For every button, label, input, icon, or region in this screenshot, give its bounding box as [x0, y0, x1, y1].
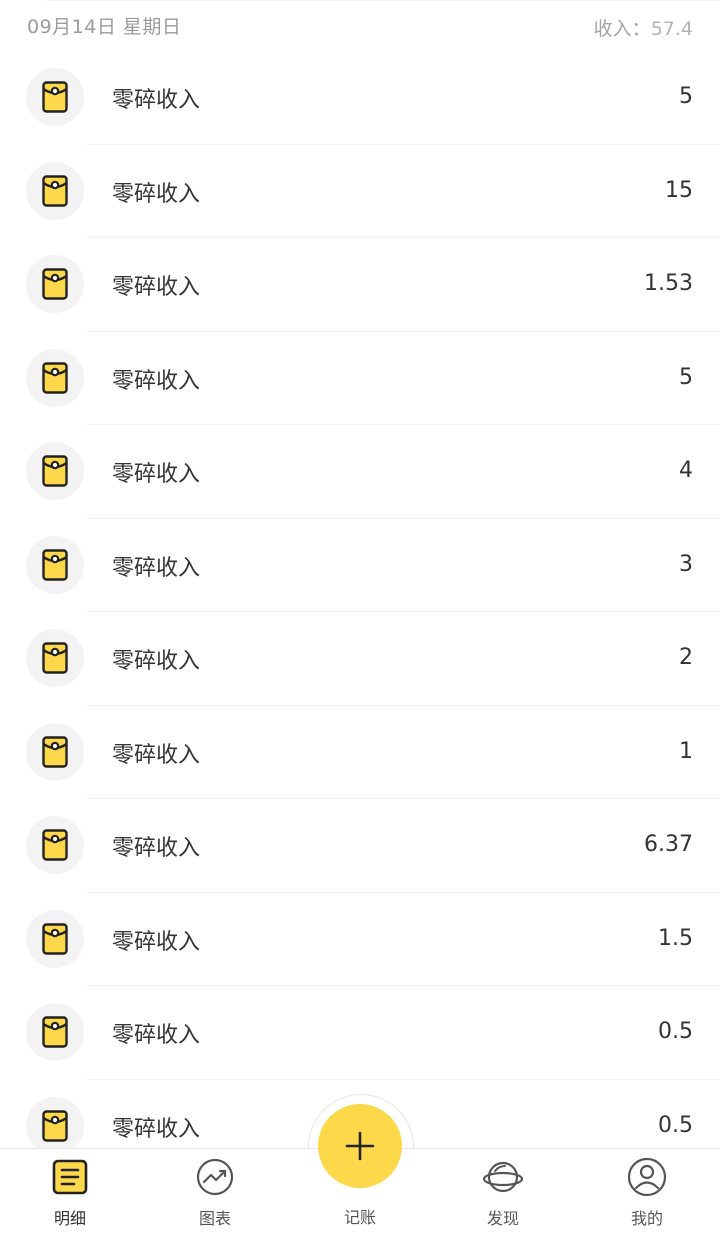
entry-row[interactable]: 零碎收入 1	[0, 706, 720, 799]
entry-category: 零碎收入	[112, 181, 201, 207]
entry-amount: 2	[679, 645, 693, 670]
user-profile-icon	[627, 1157, 667, 1197]
category-icon-badge	[26, 535, 84, 594]
chart-trend-icon	[196, 1158, 234, 1196]
entry-category: 零碎收入	[112, 929, 201, 955]
entry-amount: 0.5	[658, 1019, 693, 1044]
entry-amount: 6.37	[644, 832, 693, 857]
entry-amount: 5	[679, 84, 693, 109]
entry-amount: 0.5	[658, 1112, 693, 1138]
tab-charts[interactable]: 图表	[155, 1149, 275, 1233]
category-icon-badge	[26, 816, 84, 874]
entry-row[interactable]: 零碎收入 4	[0, 425, 720, 519]
entry-category: 零碎收入	[112, 368, 201, 394]
entry-row[interactable]: 零碎收入 0.5	[0, 986, 720, 1080]
entry-amount: 1	[679, 738, 693, 764]
category-icon-badge	[26, 909, 84, 968]
details-list-icon	[52, 1159, 88, 1195]
category-icon-badge	[26, 348, 84, 407]
tab-label: 图表	[198, 1209, 231, 1228]
divider	[46, 0, 720, 1]
entry-amount: 1.53	[644, 271, 693, 296]
tab-details[interactable]: 明细	[10, 1149, 130, 1233]
entry-amount: 4	[679, 458, 693, 483]
tab-label: 我的	[630, 1209, 663, 1228]
tab-profile[interactable]: 我的	[587, 1149, 707, 1233]
entry-amount: 1.5	[658, 925, 693, 951]
entry-row[interactable]: 零碎收入 3	[0, 519, 720, 612]
entry-amount: 5	[679, 364, 693, 390]
entry-category: 零碎收入	[112, 1116, 201, 1142]
category-icon-badge	[26, 1003, 84, 1061]
day-header: 09月14日 星期日 收入：57.4	[0, 0, 720, 50]
entry-row[interactable]: 零碎收入 1.53	[0, 238, 720, 332]
entry-category: 零碎收入	[112, 1023, 201, 1048]
entry-list: 零碎收入 5 零碎收入 15 零碎收入 1.53 零碎收入 5 零碎收入 4 零碎收入 3 零碎收入 2 零…	[0, 51, 720, 1173]
entry-category: 零碎收入	[112, 742, 201, 768]
tab-label: 发现	[486, 1209, 519, 1228]
entry-row[interactable]: 零碎收入 5	[0, 51, 720, 145]
entry-category: 零碎收入	[112, 275, 201, 300]
income-value: 57.4	[650, 18, 693, 40]
add-record-button[interactable]	[318, 1104, 402, 1188]
planet-icon	[483, 1161, 523, 1193]
entry-category: 零碎收入	[112, 836, 201, 861]
entry-row[interactable]: 零碎收入 15	[0, 145, 720, 238]
add-record-label: 记账	[343, 1208, 376, 1227]
entry-category: 零碎收入	[112, 649, 201, 674]
category-icon-badge	[26, 629, 84, 687]
category-icon-badge	[26, 161, 84, 220]
ledger-page: 09月14日 星期日 收入：57.4 零碎收入 5 零碎收入 15 零碎收入 1.53 零碎…	[0, 0, 720, 1233]
entry-category: 零碎收入	[112, 555, 201, 581]
entry-row[interactable]: 零碎收入 6.37	[0, 799, 720, 893]
income-label: 收入：	[593, 18, 651, 40]
entry-amount: 15	[665, 177, 693, 203]
entry-category: 零碎收入	[112, 462, 201, 487]
plus-icon	[345, 1131, 375, 1161]
entry-amount: 3	[679, 551, 693, 577]
category-icon-badge	[26, 68, 84, 126]
category-icon-badge	[26, 722, 84, 781]
tab-discover[interactable]: 发现	[443, 1149, 563, 1233]
category-icon-badge	[26, 1096, 84, 1155]
entry-row[interactable]: 零碎收入 2	[0, 612, 720, 706]
entry-category: 零碎收入	[112, 88, 201, 113]
category-icon-badge	[26, 442, 84, 500]
entry-row[interactable]: 零碎收入 1.5	[0, 893, 720, 986]
category-icon-badge	[26, 255, 84, 313]
day-income-summary: 收入：57.4	[594, 14, 693, 41]
entry-row[interactable]: 零碎收入 5	[0, 332, 720, 425]
day-date: 09月14日 星期日	[27, 16, 182, 38]
tab-label: 明细	[53, 1209, 86, 1228]
